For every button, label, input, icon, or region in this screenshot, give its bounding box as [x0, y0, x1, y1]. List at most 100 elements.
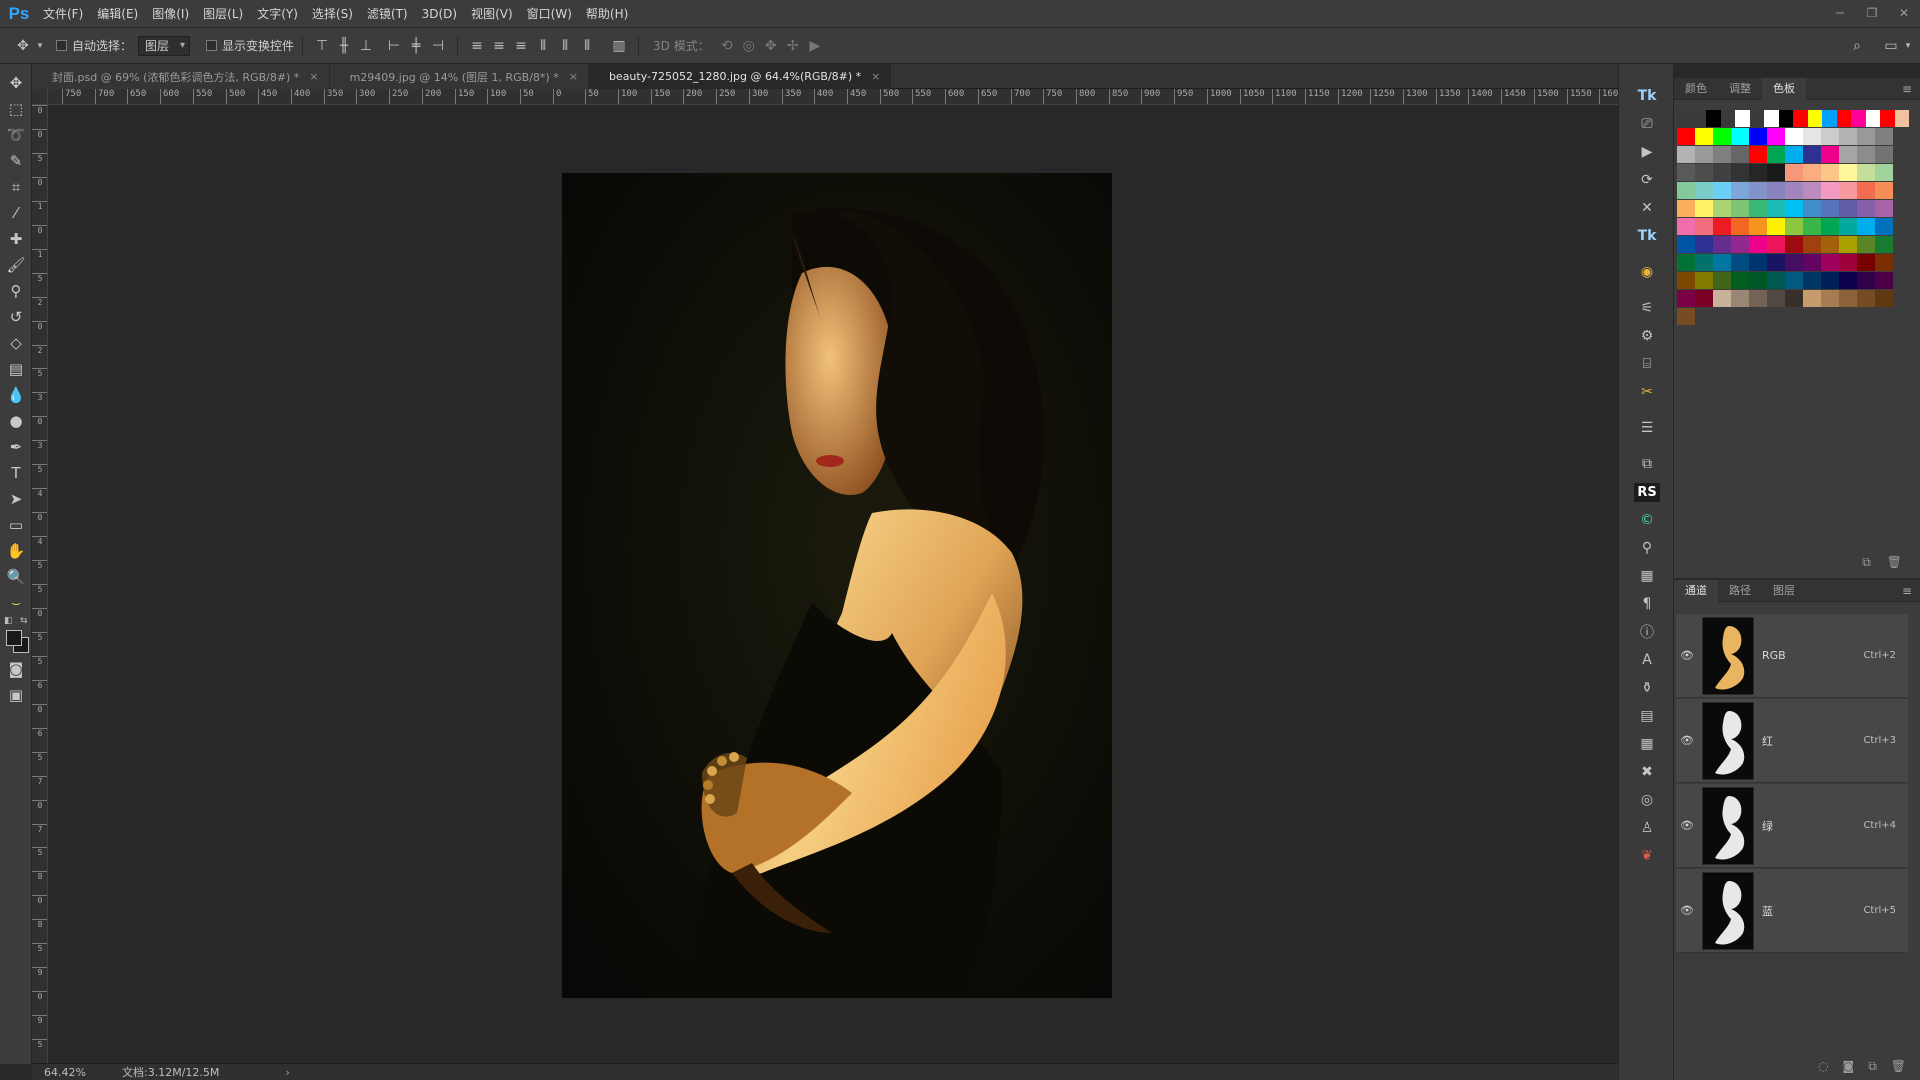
type-tool-icon[interactable]: T [0, 460, 32, 486]
foreground-color[interactable] [6, 630, 22, 646]
color-swatch[interactable] [1677, 110, 1692, 127]
color-swatch[interactable] [1749, 254, 1767, 271]
brush-settings-icon[interactable]: ⚟ [1619, 294, 1675, 322]
color-swatch[interactable] [1767, 272, 1785, 289]
color-swatch[interactable] [1731, 164, 1749, 181]
distribute-vcenter-icon[interactable]: ≡ [488, 35, 510, 57]
tk-panel-icon[interactable]: Tk [1619, 82, 1675, 110]
show-transform-checkbox[interactable] [206, 40, 218, 51]
color-swatch[interactable] [1803, 164, 1821, 181]
color-swatch[interactable] [1821, 290, 1839, 307]
menu-item[interactable]: 视图(V) [464, 0, 520, 28]
chevron-down-icon[interactable]: ▾ [34, 35, 46, 57]
shape-tool-icon[interactable]: ▭ [0, 512, 32, 538]
color-swatch[interactable] [1821, 182, 1839, 199]
color-swatch[interactable] [1706, 110, 1721, 127]
play-icon[interactable]: ▶ [1619, 138, 1675, 166]
panel-tab[interactable]: 颜色 [1674, 78, 1718, 100]
panel-menu-icon[interactable]: ≡ [1902, 584, 1912, 598]
crop-tool-icon[interactable]: ⌗ [0, 174, 32, 200]
distribute-right-icon[interactable]: ⦀ [576, 35, 598, 57]
chevron-down-icon[interactable]: ▾ [1902, 35, 1914, 57]
blur-tool-icon[interactable]: 💧 [0, 382, 32, 408]
channel-row[interactable]: 👁 RGB Ctrl+2 [1676, 614, 1908, 698]
color-swatch[interactable] [1677, 290, 1695, 307]
color-swatch[interactable] [1875, 218, 1893, 235]
color-swatch[interactable] [1857, 182, 1875, 199]
delete-channel-icon[interactable]: 🗑 [1891, 1059, 1906, 1074]
color-swatch[interactable] [1839, 146, 1857, 163]
color-swatch[interactable] [1731, 182, 1749, 199]
color-swatch[interactable] [1785, 128, 1803, 145]
color-swatch[interactable] [1695, 200, 1713, 217]
minimize-icon[interactable]: ─ [1824, 0, 1856, 28]
menu-item[interactable]: 滤镜(T) [360, 0, 415, 28]
color-swatch[interactable] [1695, 254, 1713, 271]
color-swatch[interactable] [1677, 128, 1695, 145]
color-swatch[interactable] [1691, 110, 1706, 127]
color-swatch[interactable] [1749, 236, 1767, 253]
color-swatch[interactable] [1839, 236, 1857, 253]
close-tab-icon[interactable]: × [871, 70, 880, 83]
color-swatch[interactable] [1695, 290, 1713, 307]
vertical-ruler[interactable]: 0 0 5 0 1 0 1 5 2 0 2 5 3 0 3 5 4 0 4 5 5 0 5 5 6 0 6 5 7 0 7 5 8 0 8 5 9 0 9 5 [32, 105, 48, 1063]
quick-mask-icon[interactable]: ◙ [0, 656, 32, 682]
stamp-panel-icon[interactable]: ⌸ [1619, 350, 1675, 378]
gradient-tool-icon[interactable]: ▤ [0, 356, 32, 382]
color-swatch[interactable] [1677, 164, 1695, 181]
info-icon[interactable]: ⓘ [1619, 618, 1675, 646]
color-swatch[interactable] [1857, 254, 1875, 271]
color-swatch[interactable] [1821, 254, 1839, 271]
panel-tab[interactable]: 路径 [1718, 580, 1762, 602]
color-swatch[interactable] [1880, 110, 1895, 127]
color-swatch[interactable] [1749, 164, 1767, 181]
menu-item[interactable]: 编辑(E) [90, 0, 145, 28]
grid-icon[interactable]: ▦ [1619, 562, 1675, 590]
color-swatch[interactable] [1731, 254, 1749, 271]
paragraph-icon[interactable]: ¶ [1619, 590, 1675, 618]
color-swatch[interactable] [1821, 236, 1839, 253]
color-swatch[interactable] [1695, 236, 1713, 253]
color-swatch[interactable] [1713, 128, 1731, 145]
panel-tab[interactable]: 色板 [1762, 77, 1806, 100]
clone-source-icon[interactable]: ⚙ [1619, 322, 1675, 350]
color-swatch[interactable] [1803, 290, 1821, 307]
color-swatch[interactable] [1713, 290, 1731, 307]
color-swatch[interactable] [1749, 272, 1767, 289]
channel-row[interactable]: 👁 蓝 Ctrl+5 [1676, 869, 1908, 953]
menu-item[interactable]: 文字(Y) [250, 0, 305, 28]
color-swatch[interactable] [1857, 164, 1875, 181]
visibility-eye-icon[interactable]: 👁 [1676, 819, 1698, 832]
color-swatch[interactable] [1695, 146, 1713, 163]
color-swatch[interactable] [1803, 272, 1821, 289]
color-swatch[interactable] [1821, 146, 1839, 163]
history-icon[interactable]: ⟳ [1619, 166, 1675, 194]
color-swatch[interactable] [1767, 236, 1785, 253]
plugin-c-icon[interactable]: © [1619, 506, 1675, 534]
color-swatch[interactable] [1822, 110, 1837, 127]
color-swatch[interactable] [1677, 218, 1695, 235]
color-swatch[interactable] [1785, 200, 1803, 217]
screen-mode-icon[interactable]: ▣ [0, 682, 32, 708]
color-swatch[interactable] [1857, 128, 1875, 145]
color-swatch[interactable] [1839, 218, 1857, 235]
panel-tab[interactable]: 通道 [1674, 579, 1718, 602]
color-swatch[interactable] [1767, 146, 1785, 163]
color-swatch[interactable] [1839, 182, 1857, 199]
color-swatch[interactable] [1695, 182, 1713, 199]
visibility-eye-icon[interactable]: 👁 [1676, 649, 1698, 662]
color-swatch[interactable] [1857, 200, 1875, 217]
menu-item[interactable]: 图像(I) [145, 0, 196, 28]
3d-roll-icon[interactable]: ◎ [738, 35, 760, 57]
color-swatch[interactable] [1677, 146, 1695, 163]
color-swatch[interactable] [1677, 200, 1695, 217]
color-swatch[interactable] [1695, 164, 1713, 181]
color-swatch[interactable] [1785, 290, 1803, 307]
color-swatch[interactable] [1720, 110, 1735, 127]
align-left-icon[interactable]: ⊢ [383, 35, 405, 57]
healing-brush-tool-icon[interactable]: ✚ [0, 226, 32, 252]
color-swatch[interactable] [1749, 200, 1767, 217]
color-swatch[interactable] [1839, 290, 1857, 307]
align-hcenter-icon[interactable]: ╪ [405, 35, 427, 57]
color-swatch[interactable] [1839, 128, 1857, 145]
